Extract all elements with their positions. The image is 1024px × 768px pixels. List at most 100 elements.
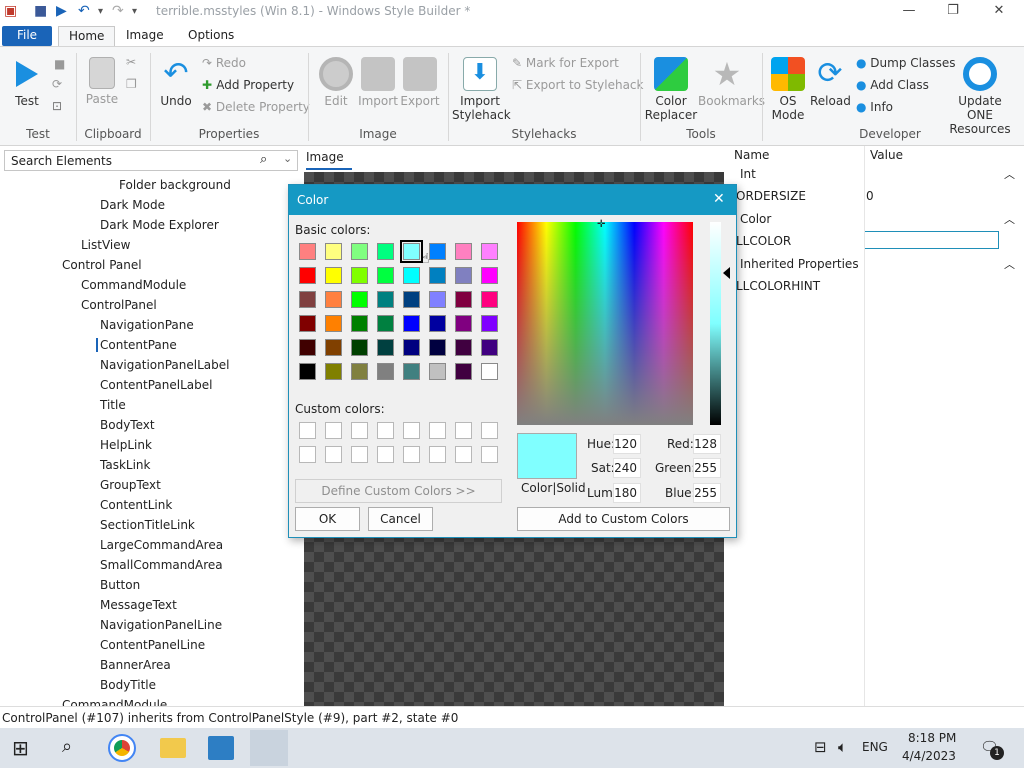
custom-color-swatch[interactable] bbox=[351, 446, 368, 463]
custom-color-swatch[interactable] bbox=[481, 422, 498, 439]
basic-color-swatch[interactable] bbox=[455, 363, 472, 380]
collapse-icon[interactable]: ︿ bbox=[1004, 256, 1015, 272]
tree-item[interactable]: MessageText bbox=[100, 598, 177, 612]
basic-color-swatch[interactable] bbox=[351, 339, 368, 356]
paste-button[interactable]: Paste bbox=[82, 57, 122, 106]
basic-color-swatch[interactable] bbox=[351, 363, 368, 380]
app-taskbar-icon[interactable] bbox=[208, 736, 234, 760]
minimize-button[interactable]: — bbox=[886, 0, 932, 24]
start-icon[interactable]: ⊞ bbox=[12, 736, 29, 760]
basic-color-swatch[interactable] bbox=[403, 291, 420, 308]
redo-quick-icon[interactable]: ↷ bbox=[112, 3, 124, 19]
basic-color-swatch[interactable] bbox=[481, 243, 498, 260]
element-tree[interactable]: Folder background Dark Mode Dark Mode Expl… bbox=[0, 174, 300, 706]
export-to-stylehack-button[interactable]: ⇱ Export to Stylehack bbox=[512, 75, 643, 95]
basic-color-swatch[interactable] bbox=[351, 267, 368, 284]
tree-item[interactable]: SectionTitleLink bbox=[100, 518, 195, 532]
property-value-editor[interactable] bbox=[864, 231, 999, 249]
section-inherited[interactable]: Inherited Properties bbox=[740, 257, 859, 271]
volume-icon[interactable]: 🔈︎ bbox=[838, 738, 847, 756]
basic-color-swatch[interactable] bbox=[403, 267, 420, 284]
custom-color-swatch[interactable] bbox=[325, 446, 342, 463]
basic-color-swatch[interactable] bbox=[377, 315, 394, 332]
custom-color-swatch[interactable] bbox=[481, 446, 498, 463]
green-field[interactable]: 255 bbox=[693, 458, 721, 478]
bookmarks-button[interactable]: ★ Bookmarks bbox=[698, 57, 765, 108]
tree-item[interactable]: NavigationPanelLine bbox=[100, 618, 222, 632]
custom-color-swatch[interactable] bbox=[403, 446, 420, 463]
basic-color-swatch[interactable] bbox=[429, 363, 446, 380]
tree-item[interactable]: BodyTitle bbox=[100, 678, 156, 692]
red-field[interactable]: 128 bbox=[693, 434, 721, 454]
basic-color-swatch[interactable] bbox=[325, 315, 342, 332]
clock-time[interactable]: 8:18 PM bbox=[908, 731, 956, 745]
basic-color-swatch[interactable] bbox=[429, 267, 446, 284]
add-class-button[interactable]: ● Add Class bbox=[856, 75, 929, 95]
tree-item[interactable]: CommandModule bbox=[81, 278, 186, 292]
basic-color-swatch[interactable] bbox=[429, 339, 446, 356]
tree-item[interactable]: ContentPane bbox=[96, 338, 177, 352]
custom-color-swatch[interactable] bbox=[299, 422, 316, 439]
basic-color-swatch[interactable] bbox=[299, 315, 316, 332]
tree-item[interactable]: Title bbox=[100, 398, 126, 412]
save-icon[interactable]: ■ bbox=[34, 3, 47, 19]
blue-field[interactable]: 255 bbox=[693, 483, 721, 503]
basic-color-swatch[interactable] bbox=[403, 315, 420, 332]
cancel-button[interactable]: Cancel bbox=[368, 507, 433, 531]
basic-color-swatch[interactable] bbox=[325, 339, 342, 356]
tree-item[interactable]: Button bbox=[100, 578, 140, 592]
basic-color-swatch[interactable] bbox=[351, 315, 368, 332]
delete-property-button[interactable]: ✖ Delete Property bbox=[202, 97, 310, 117]
test-button[interactable]: Test bbox=[8, 57, 46, 108]
tree-item[interactable]: SmallCommandArea bbox=[100, 558, 223, 572]
basic-color-swatch[interactable] bbox=[299, 267, 316, 284]
ok-button[interactable]: OK bbox=[295, 507, 360, 531]
import-button[interactable]: Import bbox=[358, 57, 398, 108]
basic-color-swatch[interactable] bbox=[377, 267, 394, 284]
tree-item[interactable]: TaskLink bbox=[100, 458, 150, 472]
basic-color-swatch[interactable] bbox=[377, 363, 394, 380]
collapse-icon[interactable]: ︿ bbox=[1004, 211, 1015, 227]
network-icon[interactable]: ⊟ bbox=[814, 738, 827, 756]
custom-color-swatch[interactable] bbox=[377, 422, 394, 439]
chart-icon[interactable]: ⊡ bbox=[52, 99, 62, 113]
basic-color-swatch[interactable] bbox=[455, 315, 472, 332]
dialog-close-button[interactable]: ✕ bbox=[713, 191, 725, 207]
maximize-button[interactable]: ❐ bbox=[930, 0, 976, 24]
basic-color-swatch[interactable] bbox=[403, 339, 420, 356]
tree-item[interactable]: Control Panel bbox=[62, 258, 142, 272]
file-explorer-icon[interactable] bbox=[160, 738, 186, 758]
basic-color-swatch[interactable] bbox=[429, 315, 446, 332]
basic-color-swatch[interactable] bbox=[299, 339, 316, 356]
undo-quick-icon[interactable]: ↶ bbox=[78, 3, 90, 19]
basic-color-swatch[interactable] bbox=[403, 363, 420, 380]
close-button[interactable]: ✕ bbox=[976, 0, 1022, 24]
search-input[interactable]: Search Elements ⌕ ⌄ bbox=[4, 150, 298, 171]
basic-color-swatch[interactable] bbox=[377, 339, 394, 356]
update-one-resources-button[interactable]: Update ONE Resources bbox=[944, 57, 1016, 136]
luminosity-arrow-icon[interactable] bbox=[723, 267, 730, 279]
basic-color-swatch[interactable] bbox=[455, 267, 472, 284]
property-value[interactable]: 0 bbox=[866, 189, 874, 203]
basic-color-swatch[interactable] bbox=[455, 339, 472, 356]
tree-item[interactable]: CommandModule bbox=[62, 698, 167, 706]
basic-color-swatch[interactable] bbox=[299, 291, 316, 308]
dump-classes-button[interactable]: ● Dump Classes bbox=[856, 53, 955, 73]
basic-color-swatch[interactable] bbox=[429, 243, 446, 260]
refresh-icon[interactable]: ⟳ bbox=[52, 77, 62, 91]
tree-item[interactable]: ControlPanel bbox=[81, 298, 157, 312]
language-indicator[interactable]: ENG bbox=[862, 740, 888, 754]
tree-item[interactable]: Folder background bbox=[119, 178, 231, 192]
collapse-icon[interactable]: ︿ bbox=[1004, 166, 1015, 182]
basic-color-swatch[interactable] bbox=[455, 291, 472, 308]
tab-file[interactable]: File bbox=[2, 26, 52, 46]
tree-item[interactable]: BodyText bbox=[100, 418, 155, 432]
export-button[interactable]: Export bbox=[400, 57, 440, 108]
luminosity-slider[interactable] bbox=[710, 222, 721, 425]
add-property-button[interactable]: ✚ Add Property bbox=[202, 75, 294, 95]
basic-color-swatch[interactable] bbox=[400, 240, 423, 263]
basic-color-swatch[interactable] bbox=[299, 243, 316, 260]
image-tab[interactable]: Image bbox=[306, 150, 344, 164]
basic-color-swatch[interactable] bbox=[325, 267, 342, 284]
os-mode-button[interactable]: OS Mode bbox=[766, 57, 810, 122]
